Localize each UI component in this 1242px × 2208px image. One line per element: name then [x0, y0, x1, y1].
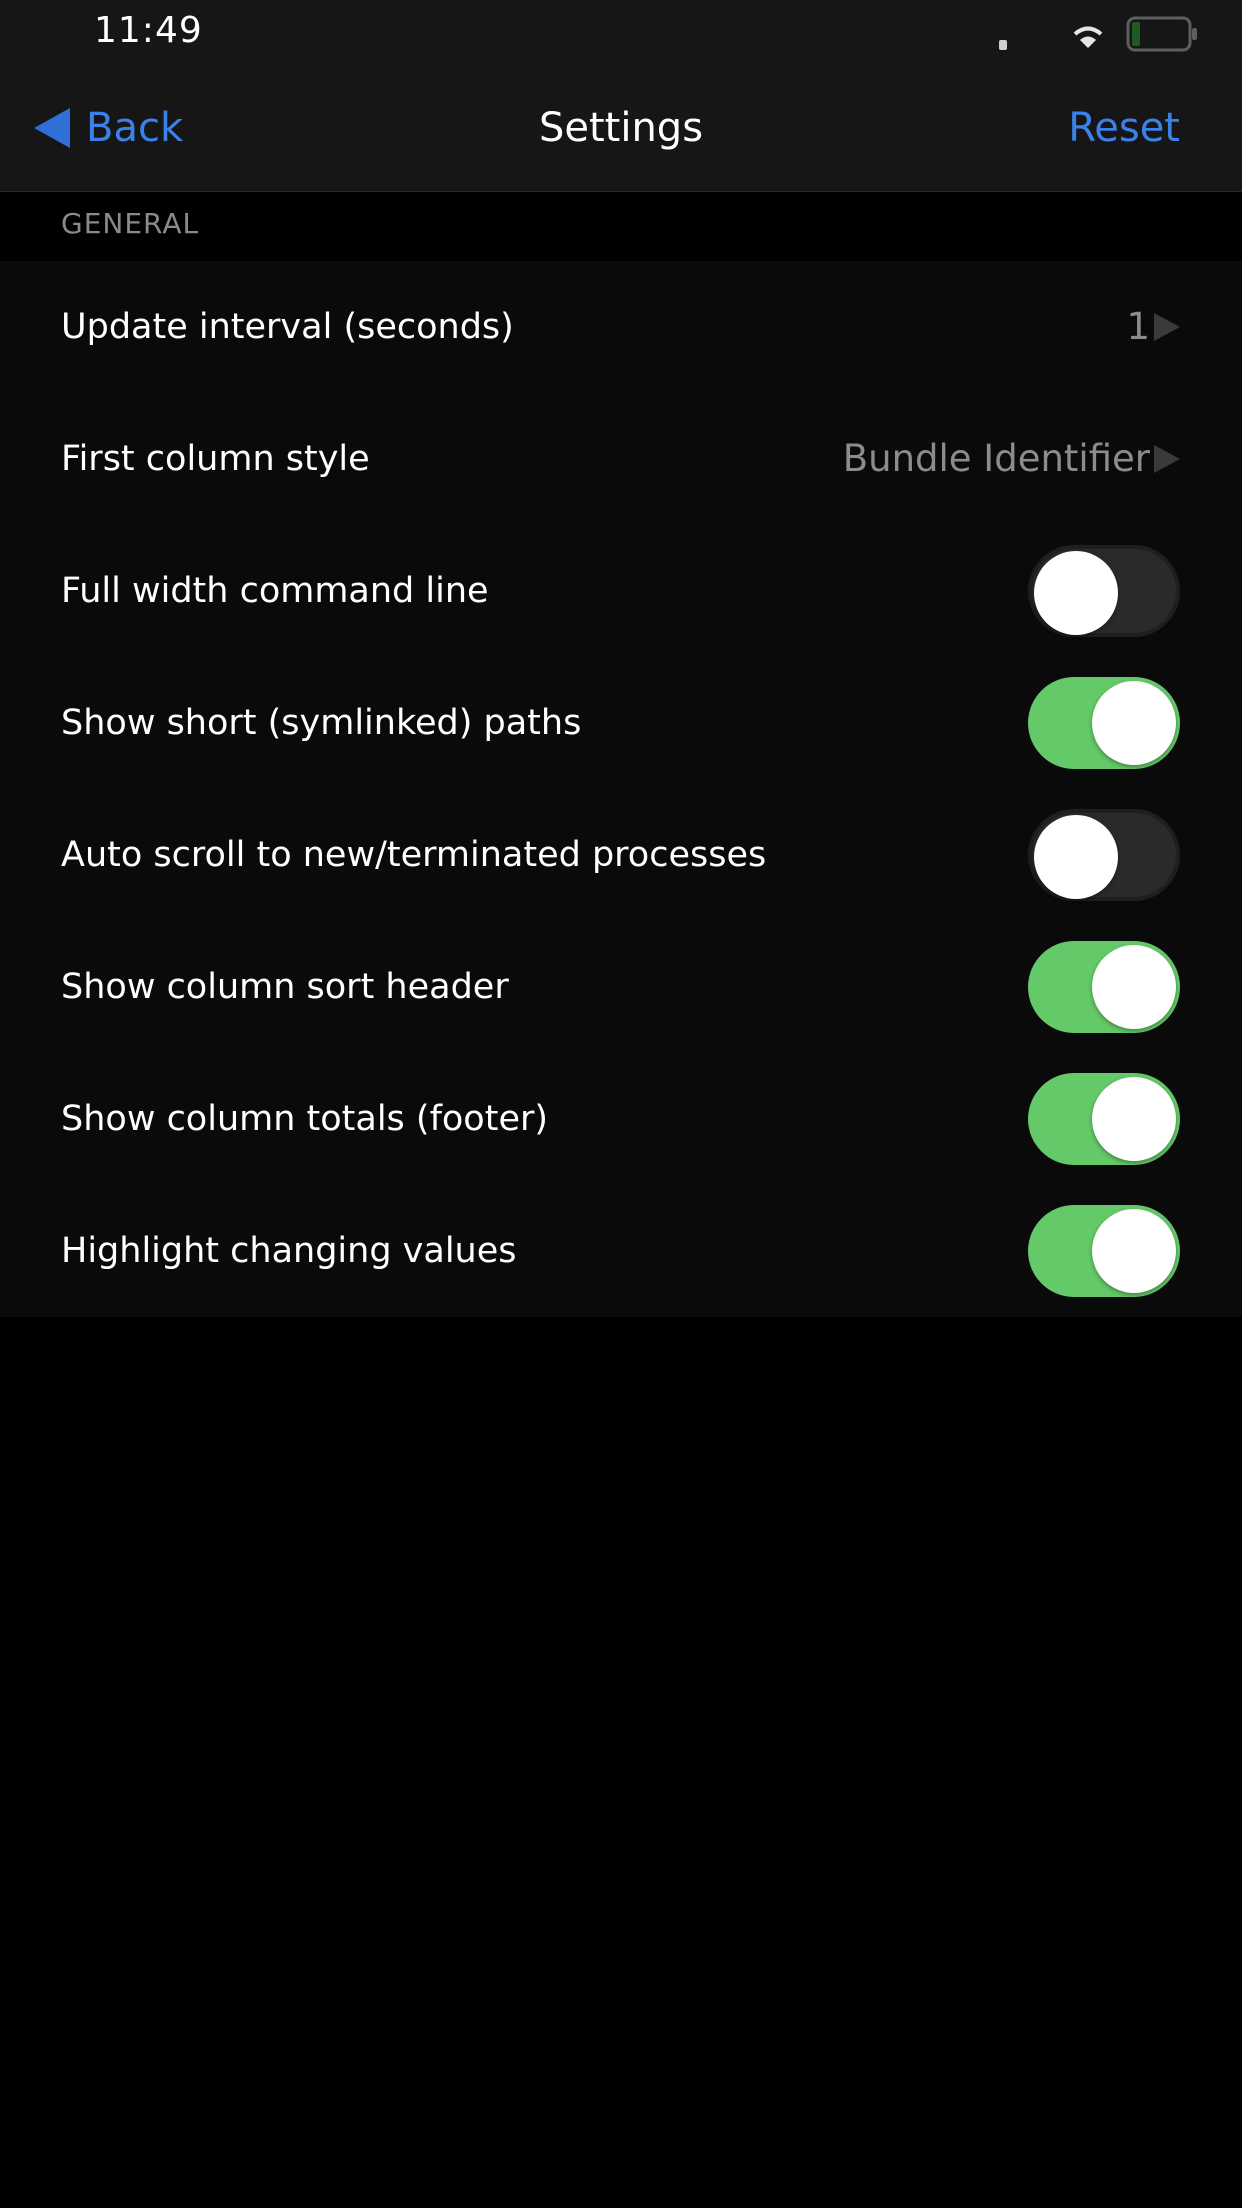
disclosure-arrow-icon	[1154, 445, 1180, 473]
setting-row-full-width-command-line: Full width command line	[0, 525, 1242, 657]
battery-icon	[1126, 16, 1200, 52]
show-column-totals-toggle[interactable]	[1028, 1073, 1180, 1165]
setting-row-show-column-sort-header: Show column sort header	[0, 921, 1242, 1053]
setting-value: 1	[1126, 305, 1150, 348]
section-header: GENERAL	[0, 193, 1242, 261]
auto-scroll-toggle[interactable]	[1028, 809, 1180, 901]
toggle-knob	[1092, 1077, 1176, 1161]
toggle-knob	[1034, 815, 1118, 899]
wifi-icon	[1070, 20, 1106, 50]
settings-list: Update interval (seconds) 1 First column…	[0, 261, 1242, 1317]
navigation-bar: Back Settings Reset	[0, 64, 1242, 192]
reset-button[interactable]: Reset	[1068, 100, 1180, 156]
setting-row-update-interval[interactable]: Update interval (seconds) 1	[0, 261, 1242, 393]
setting-label: Show column sort header	[61, 967, 509, 1007]
setting-row-auto-scroll: Auto scroll to new/terminated processes	[0, 789, 1242, 921]
setting-label: Update interval (seconds)	[61, 307, 514, 347]
cellular-signal-icon	[999, 40, 1007, 50]
section-header-label: GENERAL	[61, 207, 200, 240]
toggle-knob	[1092, 945, 1176, 1029]
toggle-knob	[1034, 551, 1118, 635]
setting-label: Show short (symlinked) paths	[61, 703, 582, 743]
status-bar: 11:49	[0, 0, 1242, 64]
setting-label: Full width command line	[61, 571, 489, 611]
full-width-command-line-toggle[interactable]	[1028, 545, 1180, 637]
show-column-sort-header-toggle[interactable]	[1028, 941, 1180, 1033]
disclosure-arrow-icon	[1154, 313, 1180, 341]
setting-row-highlight-changing-values: Highlight changing values	[0, 1185, 1242, 1317]
setting-row-show-column-totals: Show column totals (footer)	[0, 1053, 1242, 1185]
page-title: Settings	[538, 105, 704, 151]
setting-label: Show column totals (footer)	[61, 1099, 549, 1139]
status-time: 11:49	[94, 10, 203, 51]
setting-value: Bundle Identifier	[842, 437, 1150, 480]
setting-row-first-column-style[interactable]: First column style Bundle Identifier	[0, 393, 1242, 525]
setting-label: Highlight changing values	[61, 1231, 517, 1271]
setting-label: Auto scroll to new/terminated processes	[61, 835, 767, 875]
toggle-knob	[1092, 681, 1176, 765]
toggle-knob	[1092, 1209, 1176, 1293]
show-short-paths-toggle[interactable]	[1028, 677, 1180, 769]
highlight-changing-values-toggle[interactable]	[1028, 1205, 1180, 1297]
setting-row-show-short-paths: Show short (symlinked) paths	[0, 657, 1242, 789]
settings-screen: 11:49 Back Settings Reset GENERAL Update…	[0, 0, 1242, 2208]
setting-label: First column style	[61, 439, 370, 479]
